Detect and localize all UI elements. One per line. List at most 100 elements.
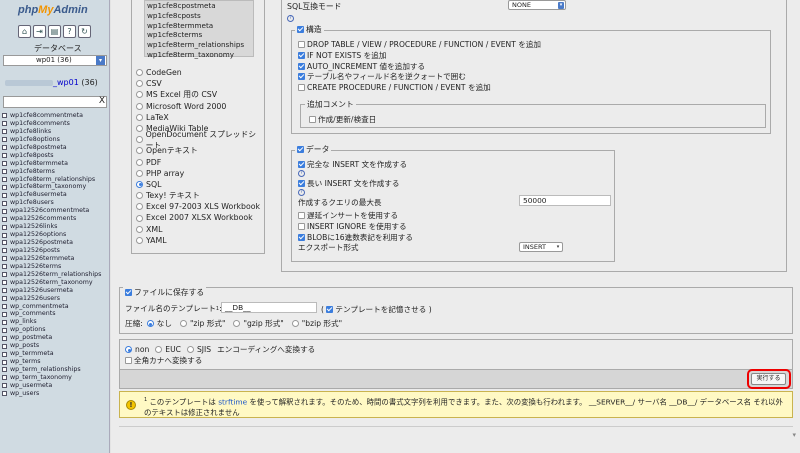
compression-option[interactable]: "bzip 形式" — [291, 318, 342, 329]
charset-option[interactable]: non — [125, 345, 149, 354]
format-option[interactable]: YAML — [136, 235, 261, 246]
format-option[interactable]: Microsoft Word 2000 — [136, 101, 261, 112]
table-item[interactable]: wp_terms — [2, 358, 109, 366]
table-icon[interactable] — [2, 176, 7, 182]
table-item[interactable]: wpa12526options — [2, 231, 109, 239]
format-option[interactable]: MS Excel 用の CSV — [136, 89, 261, 100]
table-item[interactable]: wp_postmeta — [2, 334, 109, 342]
home-icon[interactable]: ⌂ — [18, 25, 31, 38]
table-item[interactable]: wpa12526users — [2, 295, 109, 303]
format-radio[interactable] — [136, 125, 143, 133]
table-icon[interactable] — [2, 383, 7, 389]
table-item[interactable]: wpa12526postmeta — [2, 239, 109, 247]
charset-radio[interactable] — [125, 346, 132, 353]
format-radio[interactable] — [136, 203, 143, 211]
table-item[interactable]: wp1cfe8comments — [2, 120, 109, 128]
comment-date-option[interactable]: 作成/更新/検査日 — [309, 114, 376, 125]
help-icon[interactable]: ? — [287, 12, 294, 22]
help-icon[interactable]: ? — [298, 189, 305, 196]
table-item[interactable]: wp1cfe8termmeta — [2, 160, 109, 168]
selected-table-item[interactable]: wp1cfe8cterms — [145, 30, 253, 40]
table-item[interactable]: wp1cfe8commentmeta — [2, 112, 109, 120]
table-icon[interactable] — [2, 280, 7, 286]
table-icon[interactable] — [2, 391, 7, 397]
table-icon[interactable] — [2, 145, 7, 151]
format-radio[interactable] — [136, 225, 143, 233]
max-query-input[interactable]: 50000 — [519, 195, 611, 206]
format-option[interactable]: Excel 97-2003 XLS Workbook — [136, 201, 261, 212]
table-item[interactable]: wp_options — [2, 326, 109, 334]
table-item[interactable]: wp1cfe8users — [2, 199, 109, 207]
compression-radio[interactable] — [291, 320, 299, 327]
format-option[interactable]: SQL — [136, 179, 261, 190]
table-icon[interactable] — [2, 137, 7, 143]
table-icon[interactable] — [2, 200, 7, 206]
compression-radio[interactable] — [233, 320, 241, 327]
table-icon[interactable] — [2, 256, 7, 262]
table-item[interactable]: wp1cfe8options — [2, 136, 109, 144]
filename-template-input[interactable]: __DB__ — [221, 302, 317, 313]
table-item[interactable]: wp_termmeta — [2, 350, 109, 358]
save-file-checkbox[interactable] — [125, 289, 132, 296]
format-option[interactable]: XML — [136, 224, 261, 235]
format-radio[interactable] — [136, 192, 143, 200]
charset-radio[interactable] — [155, 346, 163, 353]
table-item[interactable]: wp1cfe8posts — [2, 152, 109, 160]
kana-option[interactable]: 全角カナへ変換する — [125, 355, 202, 366]
docs-icon[interactable]: ? — [63, 25, 76, 38]
selected-table-item[interactable]: wp1cfe8term_taxonomy — [145, 50, 253, 60]
format-option[interactable]: LaTeX — [136, 112, 261, 123]
structure-option-checkbox[interactable] — [298, 73, 305, 81]
structure-checkbox[interactable] — [297, 26, 304, 33]
structure-option-checkbox[interactable] — [298, 84, 305, 92]
data-legend[interactable]: データ — [295, 144, 332, 155]
table-icon[interactable] — [2, 311, 7, 317]
strftime-link[interactable]: strftime — [218, 397, 247, 406]
table-icon[interactable] — [2, 272, 7, 278]
format-option[interactable]: PHP array — [136, 168, 261, 179]
table-item[interactable]: wp_posts — [2, 342, 109, 350]
complete-insert-option[interactable]: 完全な INSERT 文を作成する — [298, 159, 407, 170]
structure-option-checkbox[interactable] — [298, 62, 305, 70]
table-icon[interactable] — [2, 264, 7, 270]
table-icon[interactable] — [2, 240, 7, 246]
comment-date-checkbox[interactable] — [309, 116, 316, 123]
table-icon[interactable] — [2, 296, 7, 302]
table-item[interactable]: wpa12526terms — [2, 263, 109, 271]
selected-table-item[interactable]: wp1cfe8cpostmeta — [145, 1, 253, 11]
table-icon[interactable] — [2, 153, 7, 159]
format-radio[interactable] — [136, 214, 143, 222]
table-item[interactable]: wpa12526term_taxonomy — [2, 279, 109, 287]
insert-ignore-checkbox[interactable] — [298, 223, 305, 230]
table-item[interactable]: wpa12526commentmeta — [2, 207, 109, 215]
format-radio[interactable] — [136, 158, 143, 166]
table-icon[interactable] — [2, 319, 7, 325]
table-icon[interactable] — [2, 208, 7, 214]
selected-table-item[interactable]: wp1cfe8termmeta — [145, 21, 253, 31]
table-icon[interactable] — [2, 184, 7, 190]
delayed-insert-option[interactable]: 遅延インサートを使用する — [298, 210, 398, 221]
table-item[interactable]: wp_term_taxonomy — [2, 374, 109, 382]
query-icon[interactable]: ▤ — [48, 25, 61, 38]
scroll-down-icon[interactable]: ▾ — [792, 431, 796, 439]
format-radio[interactable] — [136, 102, 143, 110]
database-select[interactable]: wp01 (36) ▾ — [3, 55, 107, 66]
format-option[interactable]: PDF — [136, 157, 261, 168]
format-option[interactable]: CodeGen — [136, 67, 261, 78]
table-icon[interactable] — [2, 161, 7, 167]
table-icon[interactable] — [2, 303, 7, 309]
table-item[interactable]: wp1cfe8usermeta — [2, 191, 109, 199]
format-radio[interactable] — [136, 147, 143, 155]
table-item[interactable]: wpa12526links — [2, 223, 109, 231]
table-item[interactable]: wpa12526usermeta — [2, 287, 109, 295]
format-radio[interactable] — [136, 236, 143, 244]
table-filter-input[interactable]: X — [3, 96, 107, 108]
table-icon[interactable] — [2, 327, 7, 333]
table-icon[interactable] — [2, 121, 7, 127]
table-item[interactable]: wp1cfe8term_taxonomy — [2, 183, 109, 191]
insert-ignore-option[interactable]: INSERT IGNORE を使用する — [298, 221, 407, 232]
format-radio[interactable] — [136, 136, 143, 144]
remember-template-option[interactable]: ( テンプレートを記憶させる ) — [321, 304, 432, 315]
format-radio[interactable] — [136, 113, 143, 121]
help-icon[interactable]: ? — [298, 170, 305, 177]
